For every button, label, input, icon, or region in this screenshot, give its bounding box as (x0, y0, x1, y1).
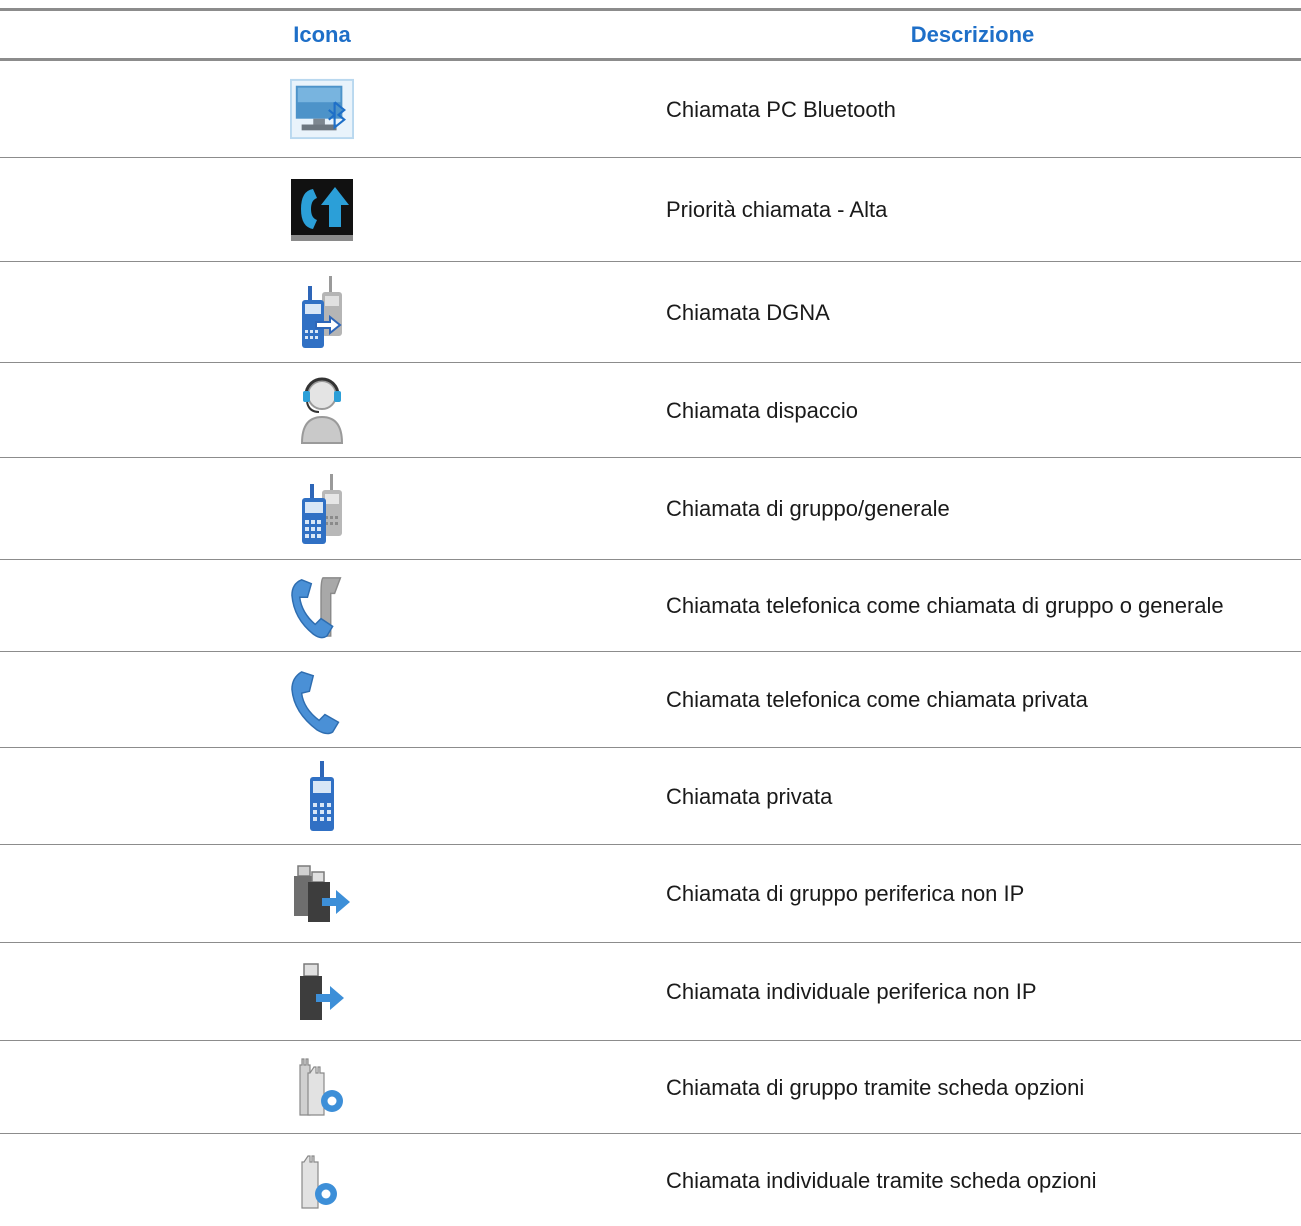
table-row: Chiamata telefonica come chiamata di gru… (0, 560, 1301, 652)
table-row: Chiamata DGNA (0, 262, 1301, 363)
phone-group-call-icon (290, 574, 354, 638)
row-description: Chiamata individuale tramite scheda opzi… (666, 1167, 1097, 1193)
row-description: Chiamata privata (666, 783, 833, 809)
table-row: Chiamata di gruppo/generale (0, 458, 1301, 560)
table-row: Priorità chiamata - Alta (0, 158, 1301, 262)
icon-cell (0, 77, 644, 141)
icon-cell (0, 1055, 644, 1119)
option-board-individual-call-icon (290, 1148, 354, 1212)
row-description: Priorità chiamata - Alta (666, 197, 888, 222)
icon-cell (0, 574, 644, 638)
icon-cell (0, 1148, 644, 1212)
table-header: Icona Descrizione (0, 11, 1301, 61)
table-row: Chiamata PC Bluetooth (0, 61, 1301, 158)
row-description: Chiamata di gruppo periferica non IP (666, 881, 1025, 906)
row-description: Chiamata di gruppo tramite scheda opzion… (666, 1074, 1085, 1100)
table-row: Chiamata privata (0, 748, 1301, 845)
table-row: Chiamata di gruppo tramite scheda opzion… (0, 1041, 1301, 1134)
option-board-group-call-icon (290, 1055, 354, 1119)
icon-cell (0, 862, 644, 926)
dispatch-call-icon (290, 377, 354, 444)
table-row: Chiamata telefonica come chiamata privat… (0, 652, 1301, 748)
icon-cell (0, 377, 644, 444)
icon-cell (0, 473, 644, 544)
bluetooth-pc-call-icon (290, 77, 354, 141)
icon-table: Icona Descrizione Chiamata PC Bluetooth (0, 8, 1301, 1226)
row-description: Chiamata telefonica come chiamata di gru… (666, 593, 1224, 618)
header-icon: Icona (293, 21, 351, 47)
dgna-call-icon (290, 276, 354, 348)
group-call-icon (290, 473, 354, 544)
non-ip-peripheral-individual-call-icon (290, 960, 354, 1024)
header-description: Descrizione (910, 21, 1035, 47)
icon-cell (0, 761, 644, 831)
icon-cell (0, 668, 644, 734)
table-row: Chiamata dispaccio (0, 363, 1301, 458)
table-row: Chiamata di gruppo periferica non IP (0, 845, 1301, 943)
private-call-icon (290, 761, 354, 831)
phone-private-call-icon (290, 668, 354, 734)
icon-cell (0, 178, 644, 242)
row-description: Chiamata dispaccio (666, 397, 858, 423)
non-ip-peripheral-group-call-icon (290, 862, 354, 926)
row-description: Chiamata di gruppo/generale (666, 496, 950, 521)
row-description: Chiamata PC Bluetooth (666, 96, 896, 122)
row-description: Chiamata telefonica come chiamata privat… (666, 687, 1088, 712)
call-priority-high-icon (290, 178, 354, 242)
table-row: Chiamata individuale periferica non IP (0, 943, 1301, 1041)
row-description: Chiamata DGNA (666, 299, 830, 325)
icon-cell (0, 960, 644, 1024)
table-row: Chiamata individuale tramite scheda opzi… (0, 1134, 1301, 1226)
icon-cell (0, 276, 644, 348)
row-description: Chiamata individuale periferica non IP (666, 979, 1037, 1004)
